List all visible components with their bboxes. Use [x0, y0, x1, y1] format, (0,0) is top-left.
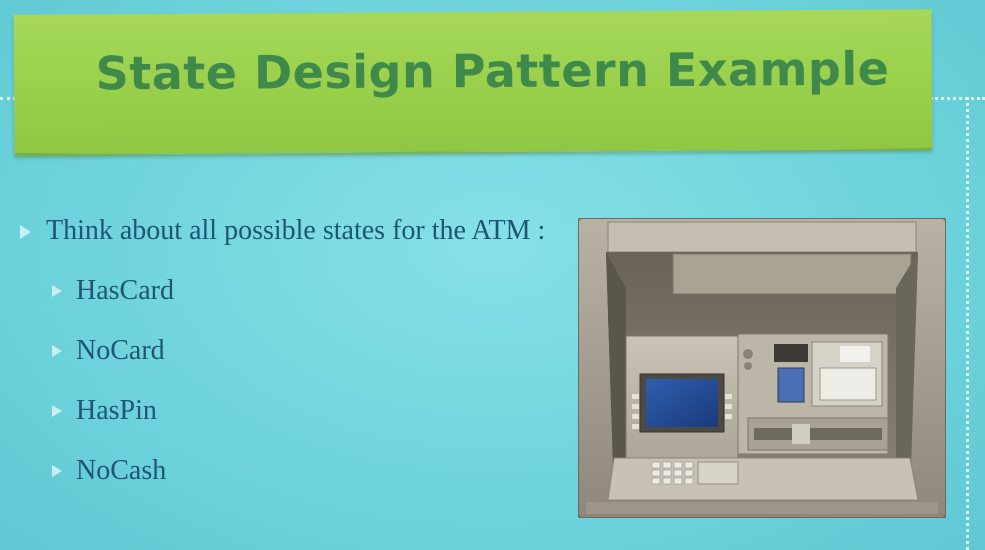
sub-bullet-text: HasPin: [76, 395, 157, 426]
bullet-arrow-icon: [52, 405, 62, 417]
main-bullet: Think about all possible states for the …: [20, 214, 560, 248]
main-bullet-text: Think about all possible states for the …: [46, 215, 546, 246]
sub-bullet-text: NoCard: [76, 335, 165, 366]
decorative-dotted-line-vertical: [966, 97, 969, 550]
bullet-arrow-icon: [20, 225, 31, 239]
bullet-arrow-icon: [52, 285, 62, 297]
bullet-arrow-icon: [52, 465, 62, 477]
sub-bullet-text: NoCash: [76, 455, 167, 486]
bullet-arrow-icon: [52, 345, 62, 357]
sub-bullet-nocard: NoCard: [20, 334, 560, 368]
slide: State Design Pattern Example Think about…: [0, 0, 985, 550]
bullet-list: Think about all possible states for the …: [20, 214, 560, 488]
atm-machine-icon: [578, 218, 946, 518]
slide-title: State Design Pattern Example: [95, 41, 890, 101]
decorative-dotted-line: [930, 97, 985, 100]
sub-bullet-nocash: NoCash: [20, 454, 560, 488]
sub-bullet-haspin: HasPin: [20, 394, 560, 428]
sub-bullet-hascard: HasCard: [20, 274, 560, 308]
sub-bullet-text: HasCard: [76, 275, 174, 306]
